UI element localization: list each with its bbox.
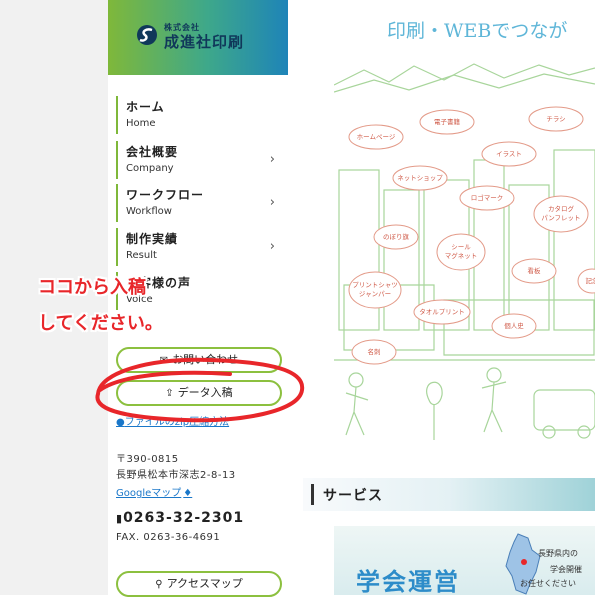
access-map-button[interactable]: ⚲ アクセスマップ (116, 571, 282, 597)
nav-label-jp: ワークフロー (126, 186, 204, 203)
bubble-business-card: 名刺 (368, 347, 381, 356)
hero-title: 印刷・WEBでつなが (387, 16, 567, 43)
map-pin-icon: ⚲ (155, 579, 162, 590)
bubble-jumper: ジャンパー (359, 290, 391, 298)
bubble-print-shirt: プリントシャツ (352, 281, 398, 289)
bubble-flyer: チラシ (546, 115, 565, 123)
bubble-magnet: マグネット (445, 251, 478, 260)
nav-item-company[interactable]: 会社概要 Company › (116, 141, 283, 179)
map-pin-icon: ♦ (183, 488, 192, 499)
nav-label-jp: ホーム (126, 98, 165, 115)
bubble-personal-history: 個人史 (504, 321, 524, 330)
nav-label-en: Workflow (126, 206, 172, 217)
nav-item-result[interactable]: 制作実績 Result › (116, 228, 283, 266)
bubble-nobori: のぼり旗 (383, 232, 410, 241)
chevron-right-icon: › (270, 239, 275, 254)
street-address: 長野県松本市深志2-8-13 (116, 466, 236, 481)
bubble-logo: ロゴマーク (471, 193, 504, 202)
bubble-towel: タオルプリント (419, 307, 465, 316)
bubble-sticker: シール (451, 243, 471, 251)
google-map-link[interactable]: Googleマップ♦ (116, 484, 192, 499)
access-map-button-label: アクセスマップ (167, 577, 243, 590)
annotation-circle (90, 350, 315, 430)
services-heading: サービス (323, 485, 383, 505)
bubble-kinen: 記念 (586, 276, 595, 285)
nav-label-jp: 会社概要 (126, 143, 178, 160)
nav-item-workflow[interactable]: ワークフロー Workflow › (116, 184, 283, 222)
banner-line-3: お任せください (520, 578, 576, 589)
academic-conference-banner[interactable]: 学会運営 長野県内の 学会開催 お任せください (334, 526, 595, 595)
nav-label-en: Home (126, 118, 156, 129)
bubble-catalog: カタログ (548, 204, 575, 213)
heading-accent (311, 484, 314, 505)
banner-line-1: 長野県内の (538, 548, 578, 559)
nav-item-home[interactable]: ホーム Home (116, 96, 283, 134)
nav-label-jp: 制作実績 (126, 230, 178, 247)
bubble-illust: イラスト (496, 150, 522, 158)
logo-company-name: 成進社印刷 (164, 31, 244, 52)
phone-number[interactable]: ▮0263-32-2301 (116, 510, 244, 526)
chevron-right-icon: › (270, 195, 275, 210)
nav-label-en: Result (126, 250, 157, 261)
bubble-pamphlet: パンフレット (541, 214, 580, 222)
chevron-right-icon: › (270, 152, 275, 167)
phone-number-text: 0263-32-2301 (123, 510, 244, 526)
bubble-signboard: 看板 (528, 266, 542, 275)
bubble-homepage: ホームページ (357, 133, 396, 141)
bubble-ebook: 電子書籍 (434, 117, 461, 126)
hero-illustration: ホームページ 電子書籍 チラシ イラスト ネットショップ ロゴマーク カタログ … (334, 60, 595, 450)
services-heading-bar: サービス (303, 478, 595, 511)
banner-line-2: 学会開催 (550, 564, 582, 575)
fax-number: FAX. 0263-36-4691 (116, 532, 220, 543)
annotation-line-2: してください。 (38, 309, 163, 335)
annotation-line-1: ココから入稿 (38, 273, 146, 299)
logo-mark-icon (136, 24, 158, 46)
postal-code: 〒390-0815 (116, 450, 179, 465)
site-logo[interactable]: 株式会社 成進社印刷 (108, 0, 288, 75)
google-map-label: Googleマップ (116, 488, 181, 499)
phone-icon: ▮ (116, 512, 123, 525)
bubble-netshop: ネットショップ (397, 174, 443, 182)
banner-title: 学会運営 (356, 562, 460, 595)
nav-label-en: Company (126, 163, 174, 174)
